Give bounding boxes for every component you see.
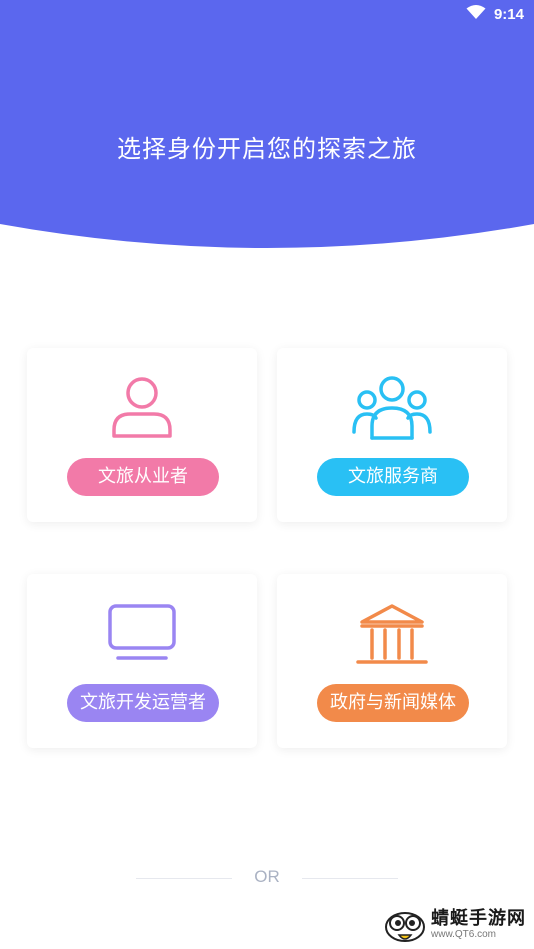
- role-button-service-provider[interactable]: 文旅服务商: [317, 458, 469, 496]
- role-card-developer-operator[interactable]: 文旅开发运营者: [27, 574, 257, 748]
- role-button-practitioner[interactable]: 文旅从业者: [67, 458, 219, 496]
- status-bar: 9:14: [466, 4, 524, 24]
- person-icon: [112, 377, 172, 438]
- watermark-url: www.QT6.com: [431, 929, 497, 940]
- government-building-icon: [356, 604, 428, 664]
- watermark: 蜻蜓手游网 www.QT6.com: [383, 905, 526, 945]
- role-card-service-provider[interactable]: 文旅服务商: [277, 348, 507, 522]
- or-text: OR: [254, 867, 280, 886]
- dragonfly-logo-icon: [385, 912, 425, 942]
- page-title: 选择身份开启您的探索之旅: [117, 135, 417, 163]
- group-icon: [352, 376, 432, 440]
- status-time: 9:14: [493, 5, 524, 23]
- header-background: [0, 0, 534, 248]
- role-card-practitioner[interactable]: 文旅从业者: [27, 348, 257, 522]
- role-card-government-media[interactable]: 政府与新闻媒体: [277, 574, 507, 748]
- or-line-right: [302, 878, 398, 879]
- role-button-government-media[interactable]: 政府与新闻媒体: [317, 684, 469, 722]
- watermark-name: 蜻蜓手游网: [431, 908, 526, 929]
- monitor-icon: [108, 604, 176, 660]
- role-button-developer-operator[interactable]: 文旅开发运营者: [67, 684, 219, 722]
- header-banner: 9:14 选择身份开启您的探索之旅: [0, 0, 534, 250]
- or-divider: OR: [0, 866, 534, 890]
- wifi-icon: [466, 4, 486, 24]
